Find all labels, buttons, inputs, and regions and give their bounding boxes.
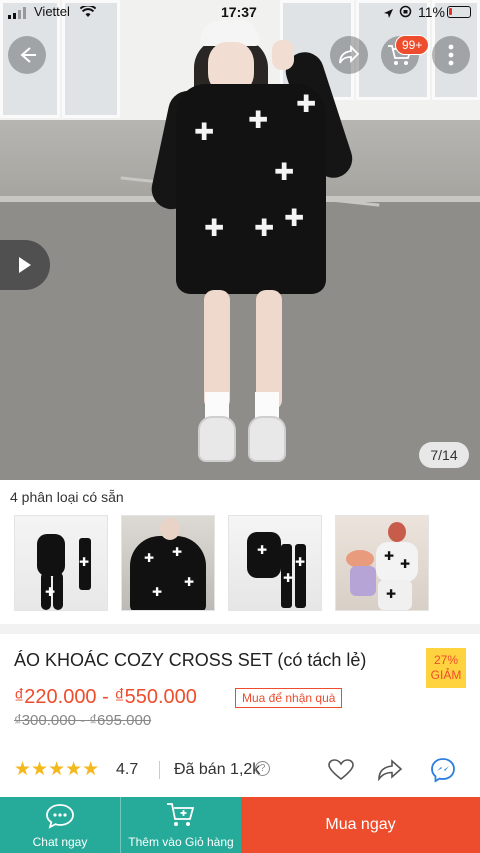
- cart-count-badge: 99+: [395, 35, 430, 55]
- messenger-icon: [431, 758, 455, 783]
- battery-icon: [447, 6, 471, 18]
- more-options-button[interactable]: [432, 36, 470, 74]
- more-vertical-icon: [448, 44, 454, 66]
- product-title: ÁO KHOÁC COZY CROSS SET (có tách lẻ): [14, 650, 367, 670]
- variation-thumbnail[interactable]: ✚ ✚ ✚ ✚: [121, 515, 215, 611]
- chat-now-button[interactable]: Chat ngay: [0, 797, 120, 853]
- location-icon: [383, 6, 394, 22]
- discount-tag: 27% GIẢM: [426, 648, 466, 688]
- arrow-left-icon: [20, 47, 36, 63]
- variation-thumbnail[interactable]: ✚ ✚ ✚: [335, 515, 429, 611]
- signal-icon: [8, 6, 30, 22]
- star-rating-icon: ★★★★★: [14, 758, 100, 780]
- chat-bubble-icon: [45, 803, 75, 834]
- model-photo: ✚ ✚ ✚ ✚ ✚ ✚ ✚: [147, 20, 358, 480]
- variation-thumbnail[interactable]: ✚ ✚: [14, 515, 108, 611]
- heart-icon: [328, 759, 354, 781]
- battery-percent: 11%: [418, 4, 445, 20]
- rating-value: 4.7: [116, 761, 139, 778]
- play-video-button[interactable]: [0, 240, 50, 290]
- back-button[interactable]: [8, 36, 46, 74]
- bottom-action-bar: Chat ngay Thêm vào Giỏ hàng Mua ngay: [0, 797, 480, 853]
- original-price: ₫300.000 - ₫695.000: [14, 712, 152, 729]
- sold-count: Đã bán 1,2k: [174, 761, 261, 778]
- like-button[interactable]: [327, 758, 355, 782]
- variation-thumbnail[interactable]: ✚ ✚ ✚: [228, 515, 322, 611]
- orientation-lock-icon: [399, 5, 412, 21]
- section-divider: [0, 624, 480, 634]
- buy-now-button[interactable]: Mua ngay: [241, 797, 480, 853]
- share-product-button[interactable]: [376, 758, 404, 782]
- add-to-cart-button[interactable]: Thêm vào Giỏ hàng: [120, 797, 241, 853]
- messenger-share-button[interactable]: [429, 758, 457, 783]
- wifi-icon: [79, 4, 97, 21]
- chat-now-label: Chat ngay: [32, 835, 88, 849]
- rating-row: ★★★★★ 4.7 Đã bán 1,2k ?: [14, 758, 474, 783]
- variation-thumbnails: ✚ ✚ ✚ ✚ ✚ ✚ ✚ ✚ ✚ ✚ ✚ ✚: [14, 515, 429, 611]
- add-cart-icon: [166, 801, 196, 834]
- discount-label: GIẢM: [430, 668, 462, 682]
- discount-percent: 27%: [433, 653, 459, 667]
- share-arrow-icon: [378, 759, 403, 781]
- clock: 17:37: [221, 4, 257, 20]
- status-bar: Viettel 17:37 11%: [0, 0, 480, 26]
- share-button[interactable]: [330, 36, 368, 74]
- help-icon[interactable]: ?: [255, 761, 270, 776]
- share-arrow-icon: [339, 44, 360, 64]
- gift-promo-badge[interactable]: Mua để nhận quà: [235, 688, 343, 708]
- image-page-indicator: 7/14: [419, 442, 469, 468]
- play-icon: [19, 257, 31, 273]
- buy-now-label: Mua ngay: [325, 816, 396, 833]
- carrier-name: Viettel: [34, 4, 70, 19]
- price-range: ₫220.000 - ₫550.000: [14, 686, 197, 708]
- variations-label: 4 phân loại có sẵn: [10, 489, 124, 505]
- add-to-cart-label: Thêm vào Giỏ hàng: [128, 835, 234, 849]
